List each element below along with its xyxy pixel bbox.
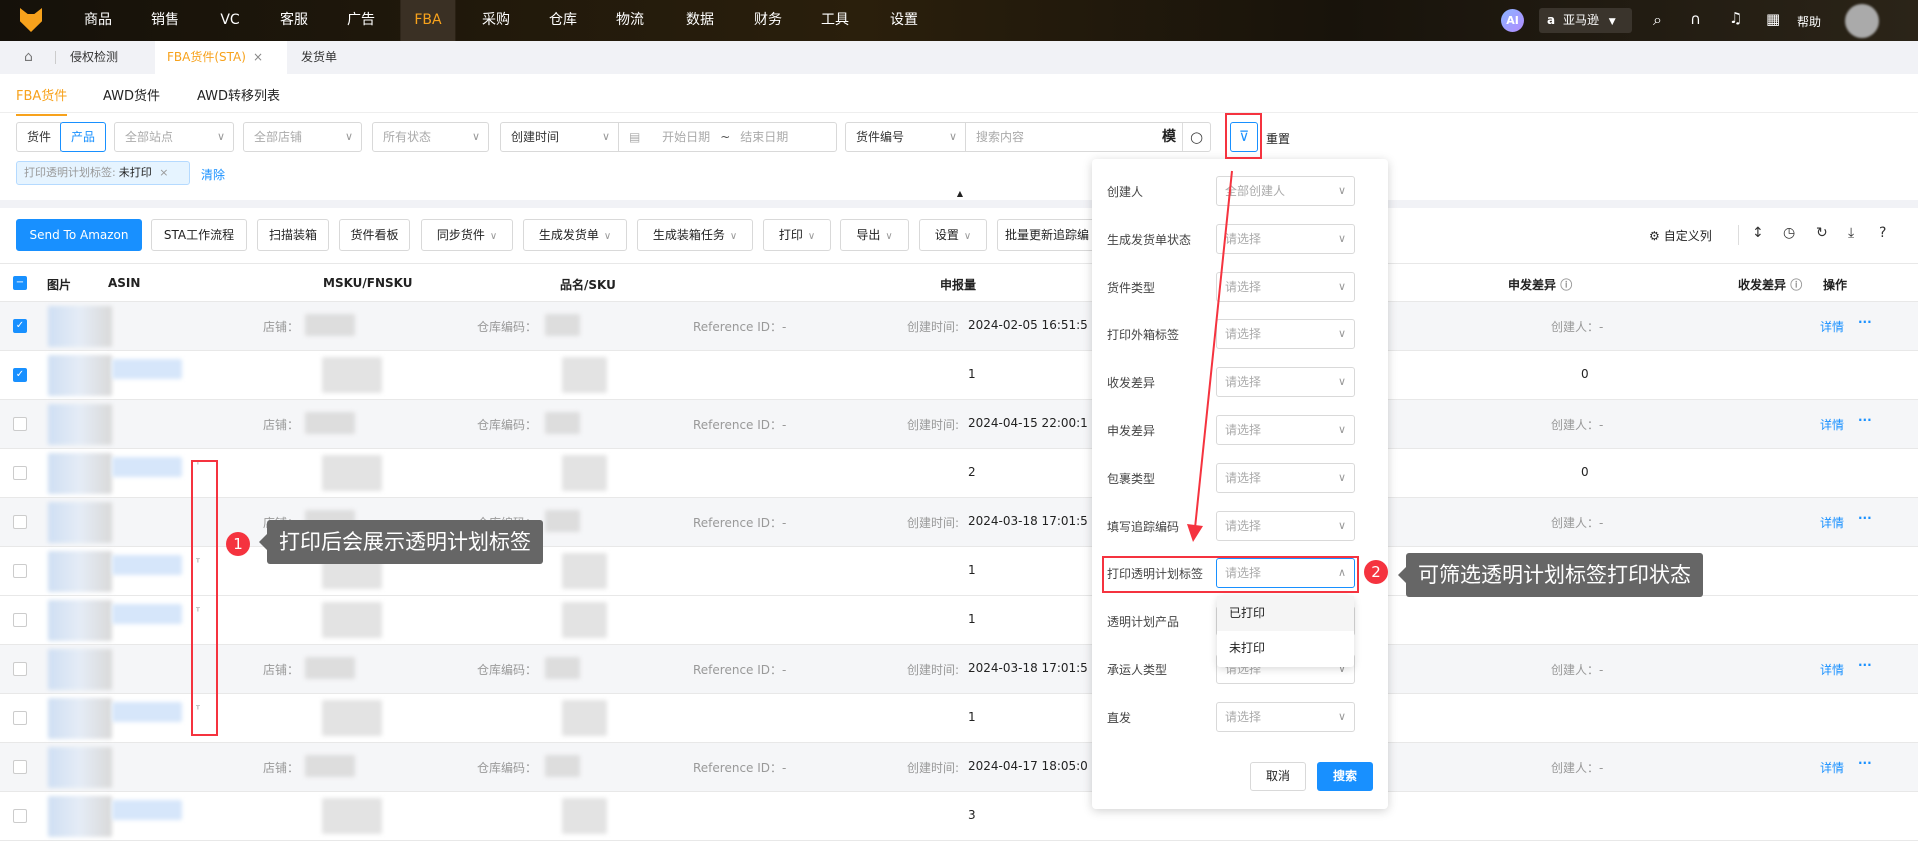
row-checkbox[interactable]	[13, 809, 27, 823]
annotation-tooltip-1: 打印后会展示透明计划标签	[259, 520, 543, 564]
declared-qty: 3	[968, 808, 976, 822]
annotation-number-2: 2	[1364, 560, 1388, 584]
annotation-arrow	[1187, 170, 1233, 542]
annotation-number-1: 1	[226, 532, 250, 556]
annotation-tooltip-2: 可筛选透明计划标签打印状态	[1398, 553, 1703, 597]
